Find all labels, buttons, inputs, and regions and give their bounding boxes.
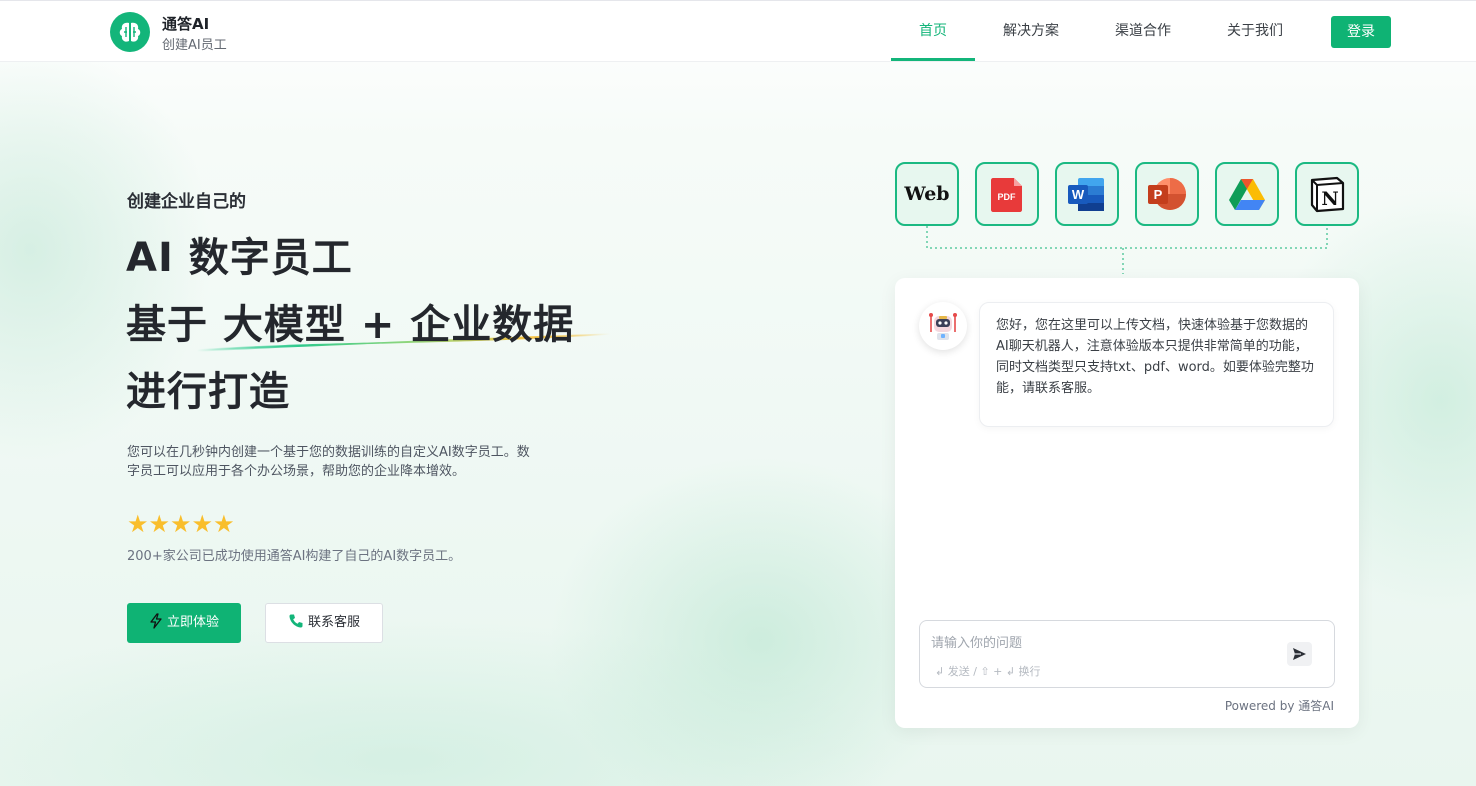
nav-item-home[interactable]: 首页 [891, 1, 975, 61]
brand-tagline: 创建AI员工 [162, 38, 227, 53]
pdf-source-icon: PDF [975, 162, 1039, 226]
brain-logo-icon[interactable] [110, 12, 150, 52]
send-button[interactable] [1287, 642, 1312, 666]
chat-input-hint: ↲ 发送 / ⇧ + ↲ 换行 [935, 665, 1041, 678]
nav-active-indicator [891, 58, 975, 61]
try-now-button[interactable]: 立即体验 [127, 603, 241, 643]
star-icon: ★ [170, 510, 192, 538]
google-drive-source-icon [1215, 162, 1279, 226]
notion-source-icon: N [1295, 162, 1359, 226]
chat-input-placeholder[interactable]: 请输入你的问题 [931, 632, 1022, 651]
star-icon: ★ [191, 510, 214, 538]
powerpoint-source-icon: P [1135, 162, 1199, 226]
send-icon [1293, 648, 1306, 660]
svg-text:W: W [1072, 187, 1085, 202]
brand-name[interactable]: 通答AI [162, 13, 209, 34]
svg-text:P: P [1154, 187, 1163, 202]
sources-connector-lines [926, 226, 1328, 274]
chat-input-box[interactable]: 请输入你的问题 ↲ 发送 / ⇧ + ↲ 换行 [919, 620, 1335, 688]
hero-headline-1: AI 数字员工 [126, 235, 353, 281]
contact-support-label: 联系客服 [307, 615, 360, 630]
nav-item-about-us[interactable]: 关于我们 [1214, 1, 1296, 61]
star-icon: ★ [127, 510, 149, 538]
phone-icon [289, 614, 303, 628]
svg-text:PDF: PDF [998, 192, 1017, 202]
nav-item-solutions[interactable]: 解决方案 [990, 1, 1072, 61]
contact-support-button[interactable]: 联系客服 [265, 603, 383, 643]
bot-greeting-message: 您好，您在这里可以上传文档，快速体验基于您数据的AI聊天机器人，注意体验版本只提… [979, 302, 1334, 427]
web-source-icon: Web [895, 162, 959, 226]
hero-headline-3: 进行打造 [126, 369, 290, 415]
try-now-label: 立即体验 [166, 615, 219, 630]
lightning-icon [150, 613, 162, 629]
social-proof: 200+家公司已成功使用通答AI构建了自己的AI数字员工。 [127, 549, 462, 564]
robot-avatar-icon [919, 302, 967, 350]
svg-text:N: N [1321, 188, 1338, 210]
nav-item-channel-partners[interactable]: 渠道合作 [1102, 1, 1184, 61]
site-header: 通答AI 创建AI员工 首页 解决方案 渠道合作 关于我们 登录 [0, 1, 1476, 62]
word-source-icon: W [1055, 162, 1119, 226]
login-button[interactable]: 登录 [1331, 16, 1391, 48]
star-icon: ★ [213, 510, 235, 538]
hero-headline-2: 基于 大模型 + 企业数据 [126, 302, 575, 348]
hero-description: 您可以在几秒钟内创建一个基于您的数据训练的自定义AI数字员工。数字员工可以应用于… [127, 445, 530, 479]
rating-stars: ★★★★★ [127, 510, 235, 538]
powered-by-footer[interactable]: Powered by 通答AI [1200, 697, 1334, 714]
hero-eyebrow: 创建企业自己的 [127, 192, 246, 212]
star-icon: ★ [148, 510, 171, 538]
